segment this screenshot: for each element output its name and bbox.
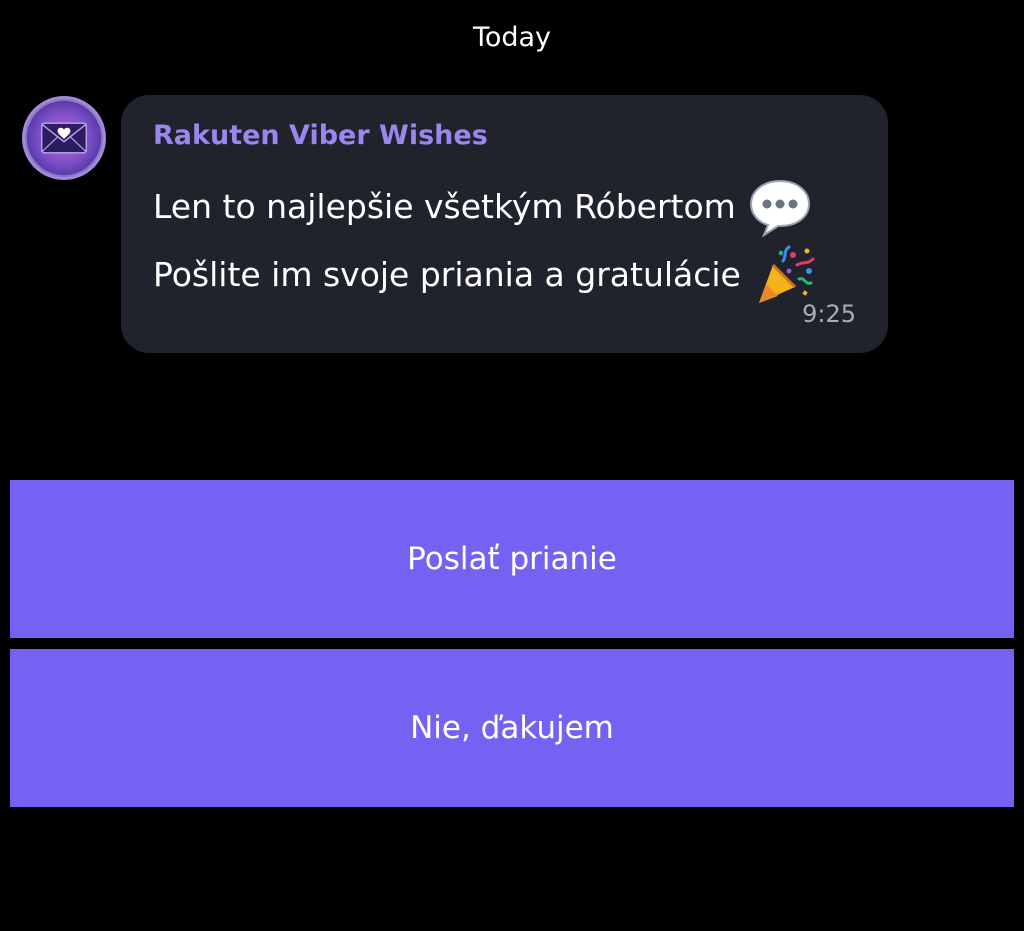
envelope-heart-icon bbox=[26, 100, 102, 176]
message-line-1: Len to najlepšie všetkým Róbertom bbox=[153, 175, 812, 239]
send-wish-button[interactable]: Poslať prianie bbox=[10, 480, 1014, 638]
message-line-2: Pošlite im svoje priania a gratulácie bbox=[153, 243, 817, 307]
sender-name: Rakuten Viber Wishes bbox=[153, 120, 488, 151]
date-separator: Today bbox=[472, 22, 552, 53]
sender-avatar[interactable] bbox=[22, 96, 106, 180]
no-thanks-button[interactable]: Nie, ďakujem bbox=[10, 649, 1014, 807]
party-popper-icon bbox=[753, 243, 817, 307]
message-time: 9:25 bbox=[802, 300, 856, 328]
message-bubble[interactable]: Rakuten Viber Wishes Len to najlepšie vš… bbox=[121, 95, 888, 353]
message-line-1-text: Len to najlepšie všetkým Róbertom bbox=[153, 187, 736, 226]
message-line-2-text: Pošlite im svoje priania a gratulácie bbox=[153, 255, 741, 294]
chat-screen: Today Rakuten Viber Wishes Len to najlep… bbox=[0, 0, 1024, 931]
speech-bubble-icon bbox=[748, 175, 812, 239]
